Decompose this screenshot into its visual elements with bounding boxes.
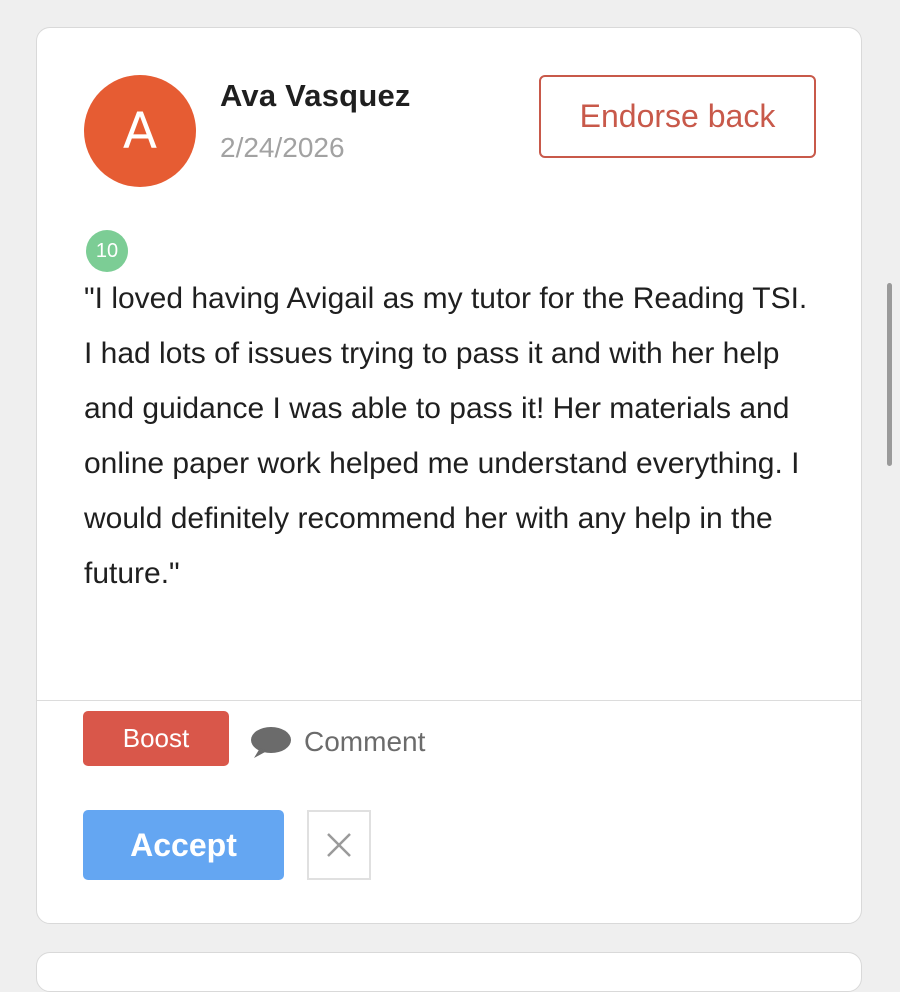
- boost-button[interactable]: Boost: [83, 711, 229, 766]
- author-name: Ava Vasquez: [220, 78, 411, 113]
- review-card: A Ava Vasquez 2/24/2026 Endorse back 10 …: [36, 27, 862, 924]
- comment-label: Comment: [304, 726, 426, 757]
- accept-button[interactable]: Accept: [83, 810, 284, 880]
- score-badge: 10: [86, 230, 128, 272]
- scrollbar[interactable]: [887, 283, 892, 466]
- avatar: A: [84, 75, 196, 187]
- endorse-back-button[interactable]: Endorse back: [539, 75, 816, 158]
- dismiss-button[interactable]: [307, 810, 371, 880]
- next-review-card: [36, 952, 862, 992]
- comment-bubble-icon: [251, 727, 291, 758]
- review-date: 2/24/2026: [220, 132, 345, 163]
- comment-button[interactable]: Comment: [250, 720, 425, 764]
- divider: [37, 700, 861, 701]
- avatar-letter: A: [122, 102, 158, 160]
- close-icon: [327, 833, 351, 857]
- review-text: "I loved having Avigail as my tutor for …: [84, 282, 808, 590]
